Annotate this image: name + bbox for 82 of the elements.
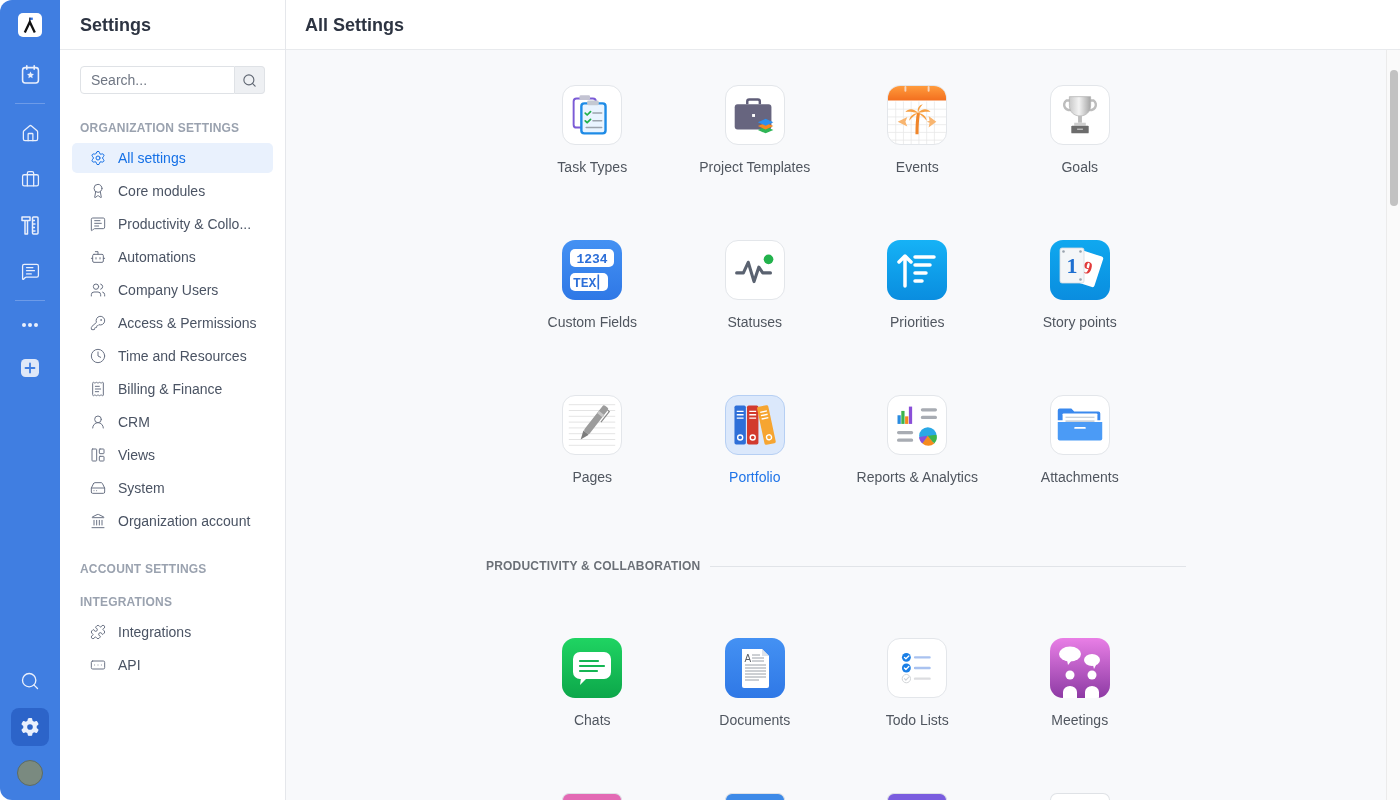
nav-item[interactable]: Views bbox=[72, 440, 273, 470]
chat-icon bbox=[20, 261, 40, 281]
pen-paper-icon bbox=[562, 395, 623, 455]
nav-item[interactable]: API bbox=[72, 650, 273, 680]
settings-module-button[interactable]: Chats bbox=[562, 638, 623, 730]
sort-priority-icon bbox=[887, 240, 948, 300]
briefcase-icon bbox=[20, 169, 40, 189]
settings-module-button[interactable]: Reports & Analytics bbox=[856, 395, 978, 487]
logo-icon[interactable] bbox=[18, 13, 42, 37]
nav-item[interactable]: Organization account bbox=[72, 506, 273, 536]
clipboards-icon bbox=[562, 85, 623, 145]
scrollbar-thumb[interactable] bbox=[1389, 70, 1398, 206]
nav-item[interactable]: Automations bbox=[72, 242, 273, 272]
report-charts-icon bbox=[887, 395, 948, 455]
section-heading: ACCOUNT SETTINGS bbox=[80, 561, 208, 577]
nav-item[interactable]: Company Users bbox=[72, 275, 273, 305]
plus-icon bbox=[21, 359, 39, 377]
binders-icon bbox=[724, 395, 785, 455]
settings-module-button[interactable]: A Documents bbox=[719, 638, 791, 730]
search-icon bbox=[242, 72, 257, 88]
folder-icon bbox=[1049, 395, 1110, 455]
sidebar-title: Settings bbox=[80, 13, 151, 37]
briefcase-layers-icon bbox=[724, 85, 785, 145]
nav-item[interactable]: Integrations bbox=[72, 617, 273, 647]
user-icon bbox=[90, 414, 106, 430]
settings-module-button[interactable]: Meetings bbox=[1049, 638, 1110, 730]
settings-module-button[interactable]: Task Types bbox=[557, 85, 628, 177]
nav-item[interactable]: System bbox=[72, 473, 273, 503]
more-icon bbox=[22, 323, 38, 327]
search-button[interactable] bbox=[235, 66, 265, 94]
settings-icon bbox=[90, 150, 106, 166]
home-icon bbox=[20, 123, 40, 143]
settings-module-button[interactable]: Attachments bbox=[1040, 395, 1119, 487]
settings-module-button[interactable]: Todo Lists bbox=[885, 638, 949, 730]
hammer-ruler-icon bbox=[21, 215, 39, 235]
settings-module-button[interactable]: Events bbox=[887, 85, 948, 177]
pulse-icon bbox=[724, 240, 785, 300]
settings-module-button[interactable]: Portfolio bbox=[724, 395, 785, 487]
paper-sheet-drawing bbox=[741, 649, 769, 688]
drive-icon bbox=[90, 480, 106, 496]
section-heading: INTEGRATIONS bbox=[80, 594, 174, 610]
meeting-bubbles-icon bbox=[1049, 638, 1110, 698]
checklist-icon bbox=[887, 638, 948, 698]
number-sample-text: 1234 bbox=[576, 251, 608, 267]
chat-icon bbox=[90, 216, 106, 232]
page-title: All Settings bbox=[305, 13, 404, 37]
nav-item[interactable]: All settings bbox=[72, 143, 273, 173]
key-icon bbox=[90, 315, 106, 331]
settings-icon bbox=[21, 718, 39, 736]
settings-module-button[interactable]: 1234 TEX Custom Fields bbox=[547, 240, 637, 332]
rectangle-dots-icon bbox=[90, 657, 106, 673]
nav-item[interactable]: Time and Resources bbox=[72, 341, 273, 371]
card-number-text: 1 bbox=[1066, 253, 1078, 278]
chat-bubble-icon bbox=[562, 638, 623, 698]
nav-item[interactable]: Access & Permissions bbox=[72, 308, 273, 338]
award-icon bbox=[90, 183, 106, 199]
robot-icon bbox=[90, 249, 106, 265]
calendar-palm-icon bbox=[887, 85, 948, 145]
settings-module-button[interactable]: Priorities bbox=[887, 240, 948, 332]
trophy-icon bbox=[1049, 85, 1110, 145]
scrollbar[interactable] bbox=[1386, 50, 1400, 800]
nav-item[interactable]: Core modules bbox=[72, 176, 273, 206]
document-letter-text: A bbox=[744, 652, 751, 664]
rail-nav-button[interactable] bbox=[11, 708, 49, 746]
nav-item[interactable]: Productivity & Collo... bbox=[72, 209, 273, 239]
layout-panel-icon bbox=[90, 447, 106, 463]
letter-sample-text: TEX bbox=[573, 275, 597, 291]
search-field[interactable]: Search... bbox=[80, 66, 235, 94]
receipt-icon bbox=[90, 381, 106, 397]
settings-module-button[interactable]: Pages bbox=[562, 395, 623, 487]
settings-module-button[interactable]: Project Templates bbox=[699, 85, 811, 177]
nav-item[interactable]: CRM bbox=[72, 407, 273, 437]
clock-icon bbox=[90, 348, 106, 364]
section-heading: PRODUCTIVITY & COLLABORATION bbox=[486, 558, 701, 574]
settings-module-button[interactable]: Statuses bbox=[724, 240, 785, 332]
bank-building-icon bbox=[90, 513, 106, 529]
settings-module-button[interactable]: Goals bbox=[1049, 85, 1110, 177]
puzzle-icon bbox=[90, 624, 106, 640]
search-icon bbox=[20, 671, 40, 691]
section-heading: ORGANIZATION SETTINGS bbox=[80, 120, 241, 136]
nav-item[interactable]: Billing & Finance bbox=[72, 374, 273, 404]
users-icon bbox=[90, 282, 106, 298]
